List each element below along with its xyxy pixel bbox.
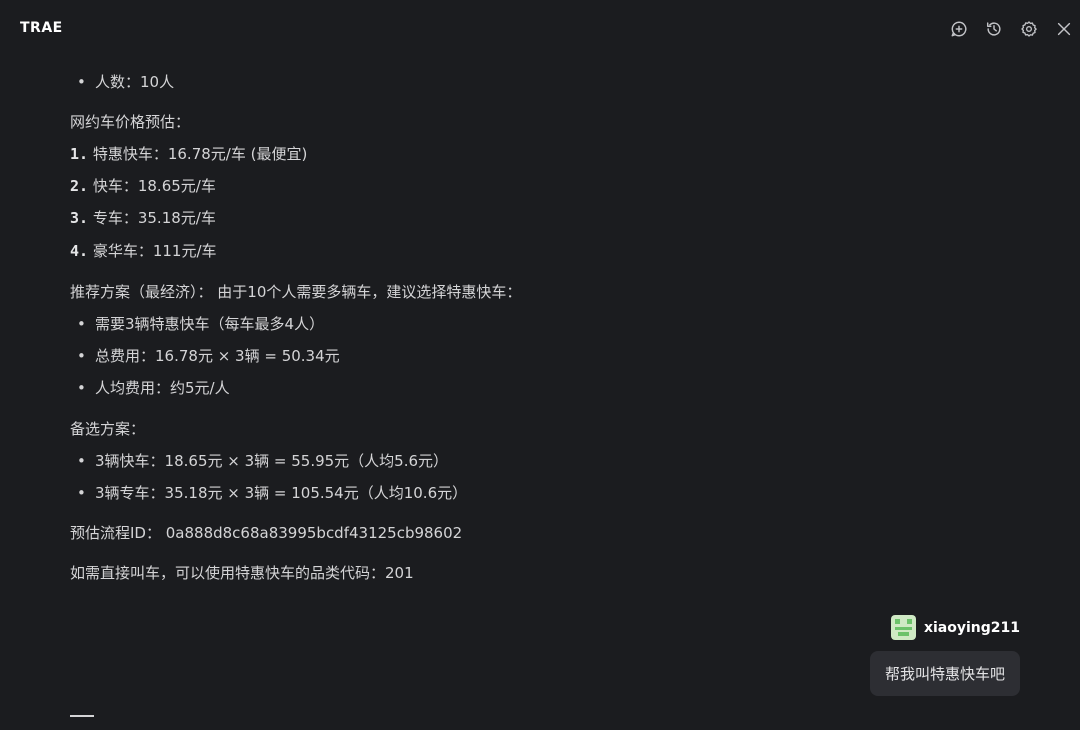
avatar (890, 615, 916, 640)
app-title: TRAE (20, 20, 63, 36)
recommend-heading: 推荐方案（最经济）： 由于10个人需要多辆车，建议选择特惠快车： (70, 283, 522, 301)
bullet-dot: • (77, 73, 86, 91)
list-number: 3. (70, 209, 89, 227)
people-count: 人数：10人 (95, 73, 175, 91)
recommend-text: 人均费用：约5元/人 (95, 379, 230, 397)
price-text: 豪华车：111元/车 (92, 242, 217, 260)
list-number: 2. (70, 177, 89, 195)
list-item: 1. 特惠快车：16.78元/车 (最便宜) (70, 144, 307, 164)
bullet-dot: • (77, 315, 86, 333)
price-text: 特惠快车：16.78元/车 (最便宜) (92, 145, 308, 163)
history-icon[interactable] (983, 18, 1005, 40)
price-heading: 网约车价格预估： (70, 113, 191, 131)
category-code: 如需直接叫车，可以使用特惠快车的品类代码：201 (70, 564, 414, 582)
user-header: xiaoying211 (890, 615, 1020, 640)
bullet-dot: • (77, 347, 86, 365)
close-icon[interactable] (1053, 18, 1075, 40)
list-item: • 3辆专车：35.18元 × 3辆 = 105.54元（人均10.6元） (70, 483, 467, 503)
bullet-dot: • (77, 484, 86, 502)
list-item: 2. 快车：18.65元/车 (70, 176, 216, 196)
list-item: • 人均费用：约5元/人 (70, 378, 230, 398)
recommend-text: 总费用：16.78元 × 3辆 = 50.34元 (95, 347, 340, 365)
gear-icon[interactable] (1018, 18, 1040, 40)
alternative-text: 3辆专车：35.18元 × 3辆 = 105.54元（人均10.6元） (95, 484, 468, 502)
bullet-dot: • (77, 379, 86, 397)
flow-id: 预估流程ID： 0a888d8c68a83995bcdf43125cb98602 (70, 524, 463, 542)
input-cursor (70, 715, 94, 717)
list-item: • 需要3辆特惠快车（每车最多4人） (70, 314, 324, 334)
list-item: • 人数：10人 (70, 72, 174, 92)
list-number: 4. (70, 242, 89, 260)
price-text: 专车：35.18元/车 (92, 209, 216, 227)
recommend-text: 需要3辆特惠快车（每车最多4人） (95, 315, 325, 333)
list-item: • 3辆快车：18.65元 × 3辆 = 55.95元（人均5.6元） (70, 451, 448, 471)
list-number: 1. (70, 145, 89, 163)
user-message-bubble: 帮我叫特惠快车吧 (869, 651, 1020, 696)
list-item: • 总费用：16.78元 × 3辆 = 50.34元 (70, 346, 340, 366)
bullet-dot: • (77, 452, 86, 470)
new-chat-icon[interactable] (948, 18, 970, 40)
alternative-heading: 备选方案： (70, 420, 146, 438)
title-bar: TRAE (0, 0, 1080, 58)
list-item: 3. 专车：35.18元/车 (70, 208, 216, 228)
username: xiaoying211 (923, 619, 1020, 636)
price-text: 快车：18.65元/车 (92, 177, 216, 195)
list-item: 4. 豪华车：111元/车 (70, 241, 217, 261)
alternative-text: 3辆快车：18.65元 × 3辆 = 55.95元（人均5.6元） (95, 452, 449, 470)
